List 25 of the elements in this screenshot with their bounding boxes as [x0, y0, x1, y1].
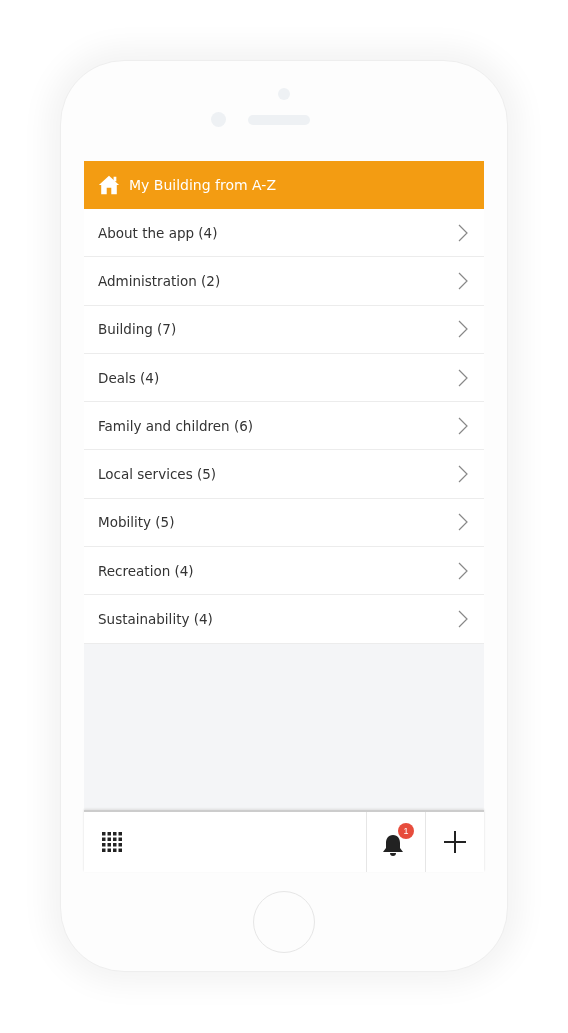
- chevron-right-icon: [458, 465, 468, 484]
- chevron-right-icon: [458, 561, 468, 580]
- category-item[interactable]: Mobility (5): [84, 498, 484, 548]
- category-item[interactable]: Family and children (6): [84, 402, 484, 451]
- home-icon: [98, 174, 120, 196]
- category-item[interactable]: Deals (4): [84, 353, 484, 403]
- category-item[interactable]: Recreation (4): [84, 547, 484, 596]
- notifications-button[interactable]: 1: [378, 823, 414, 861]
- category-item[interactable]: About the app (4): [84, 209, 484, 258]
- chevron-right-icon: [458, 513, 468, 532]
- header-title: My Building from A-Z: [129, 177, 276, 193]
- bell-icon: [382, 833, 404, 857]
- notification-badge: 1: [398, 823, 414, 839]
- chevron-right-icon: [458, 610, 468, 628]
- chevron-right-icon: [458, 223, 468, 242]
- category-item[interactable]: Local services (5): [84, 450, 484, 499]
- chevron-right-icon: [458, 320, 468, 339]
- category-item[interactable]: Building (7): [84, 305, 484, 354]
- chevron-right-icon: [458, 368, 468, 387]
- chevron-right-icon: [458, 416, 468, 435]
- category-item[interactable]: Sustainability (4): [84, 595, 484, 644]
- grid-icon: [102, 832, 122, 852]
- plus-icon: [444, 831, 466, 853]
- category-item[interactable]: Administration (2): [84, 257, 484, 306]
- chevron-right-icon: [458, 271, 468, 290]
